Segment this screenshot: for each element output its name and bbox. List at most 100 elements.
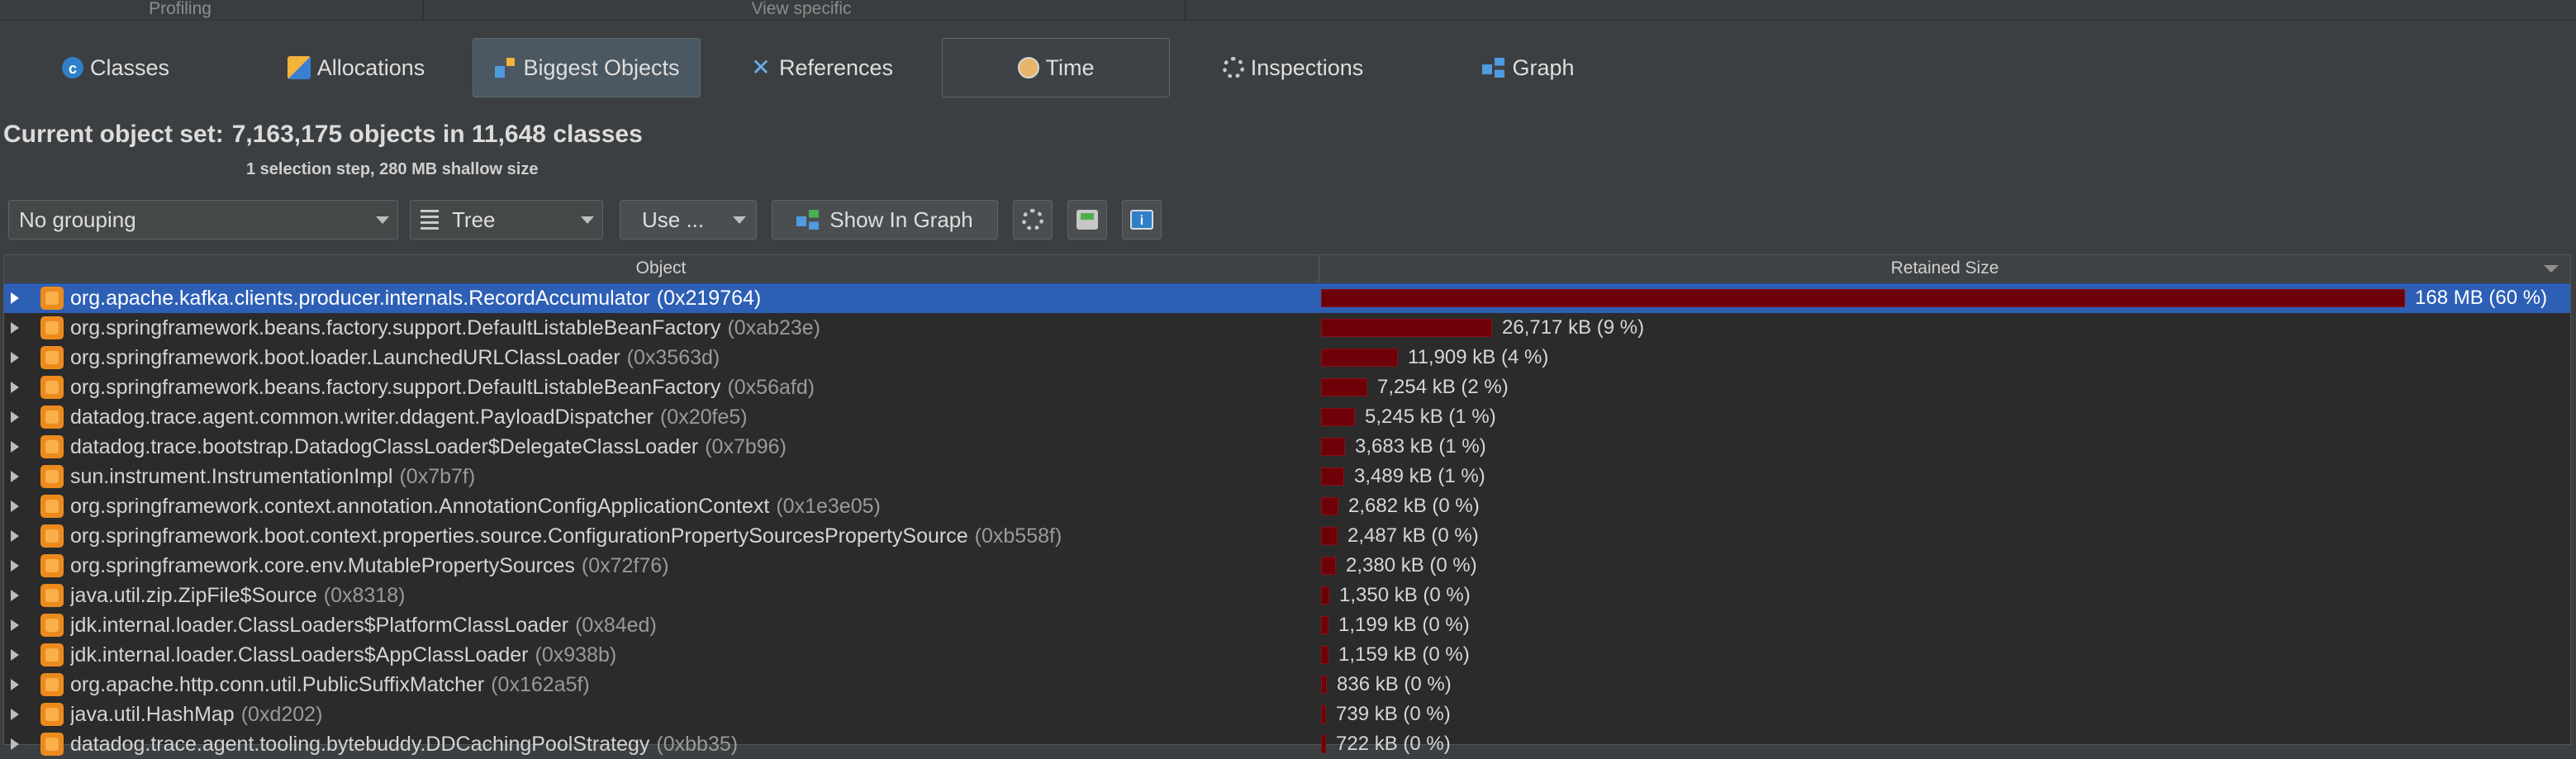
table-row[interactable]: datadog.trace.agent.tooling.bytebuddy.DD… — [4, 729, 2570, 759]
table-row[interactable]: org.springframework.beans.factory.suppor… — [4, 372, 2570, 402]
object-name: org.springframework.boot.loader.Launched… — [70, 343, 1318, 372]
retained-size-value: 3,683 kB (1 %) — [1355, 435, 1486, 458]
expand-arrow-icon[interactable] — [11, 679, 19, 690]
tab-biggest-objects[interactable]: Biggest Objects — [473, 38, 701, 97]
column-header-object[interactable]: Object — [4, 255, 1318, 282]
table-row[interactable]: java.util.zip.ZipFile$Source (0x8318) 1,35… — [4, 581, 2570, 610]
table-row[interactable]: sun.instrument.InstrumentationImpl (0x7b7… — [4, 462, 2570, 491]
object-class: datadog.trace.agent.tooling.bytebuddy.DD… — [70, 733, 650, 756]
object-instance-icon — [40, 376, 64, 399]
table-row[interactable]: datadog.trace.bootstrap.DatadogClassLoad… — [4, 432, 2570, 462]
tab-inspections[interactable]: Inspections — [1208, 38, 1378, 97]
allocations-icon — [287, 56, 311, 79]
table-row[interactable]: java.util.HashMap (0xd202) 739 kB (0 %) — [4, 700, 2570, 729]
tab-allocations[interactable]: Allocations — [269, 38, 443, 97]
table-row[interactable]: jdk.internal.loader.ClassLoaders$Platfor… — [4, 610, 2570, 640]
object-name: jdk.internal.loader.ClassLoaders$AppClas… — [70, 640, 1318, 670]
section-label-view-specific: View specific — [751, 0, 852, 18]
object-instance-icon — [40, 465, 64, 488]
retained-size-value: 26,717 kB (9 %) — [1502, 316, 1645, 339]
table-row[interactable]: org.springframework.core.env.MutableProp… — [4, 551, 2570, 581]
column-header-retained-size[interactable]: Retained Size — [1319, 255, 2570, 282]
view-mode-select[interactable]: Tree — [410, 200, 603, 240]
tab-label: Graph — [1512, 55, 1575, 80]
use-button[interactable]: Use ... — [620, 200, 757, 240]
object-name: datadog.trace.bootstrap.DatadogClassLoad… — [70, 432, 1318, 462]
info-icon: i — [1130, 210, 1153, 230]
expand-arrow-icon[interactable] — [11, 322, 19, 334]
sort-descending-icon[interactable] — [2544, 265, 2559, 273]
object-address: (0x162a5f) — [491, 673, 590, 696]
object-instance-icon — [40, 584, 64, 607]
grouping-value: No grouping — [19, 206, 136, 232]
table-row[interactable]: org.springframework.boot.context.propert… — [4, 521, 2570, 551]
object-name: org.apache.http.conn.util.PublicSuffixMa… — [70, 670, 1318, 700]
settings-button[interactable] — [1013, 200, 1053, 240]
table-row[interactable]: org.springframework.beans.factory.suppor… — [4, 313, 2570, 343]
chevron-down-icon — [733, 216, 746, 224]
object-address: (0xb558f) — [974, 524, 1062, 548]
info-button[interactable]: i — [1122, 200, 1162, 240]
use-label: Use ... — [642, 206, 705, 232]
object-name: datadog.trace.agent.common.writer.ddagen… — [70, 402, 1318, 432]
expand-arrow-icon[interactable] — [11, 738, 19, 750]
object-class: org.springframework.context.annotation.A… — [70, 495, 770, 518]
object-address: (0x3563d) — [626, 346, 720, 369]
expand-arrow-icon[interactable] — [11, 590, 19, 601]
expand-arrow-icon[interactable] — [11, 352, 19, 363]
expand-arrow-icon[interactable] — [11, 292, 19, 304]
retained-size-value: 1,159 kB (0 %) — [1338, 643, 1470, 666]
object-name: org.apache.kafka.clients.producer.intern… — [70, 283, 1318, 313]
object-address: (0x7b7f) — [399, 465, 476, 488]
current-object-set: Current object set: 7,163,175 objects in … — [3, 121, 643, 149]
retained-size-value: 1,199 kB (0 %) — [1338, 614, 1470, 636]
retained-size-bar — [1321, 527, 1338, 545]
table-row[interactable]: org.apache.kafka.clients.producer.intern… — [4, 283, 2570, 313]
retained-size-bar — [1321, 616, 1328, 634]
table-row[interactable]: org.springframework.context.annotation.A… — [4, 491, 2570, 521]
expand-arrow-icon[interactable] — [11, 649, 19, 661]
table-row[interactable]: org.apache.http.conn.util.PublicSuffixMa… — [4, 670, 2570, 700]
expand-arrow-icon[interactable] — [11, 560, 19, 572]
object-address: (0x8318) — [323, 584, 406, 607]
tab-label: Classes — [89, 55, 170, 80]
object-class: datadog.trace.bootstrap.DatadogClassLoad… — [70, 435, 699, 458]
biggest-objects-table[interactable]: Object Retained Size org.apache.kafka.cl… — [3, 254, 2571, 756]
retained-size-value: 739 kB (0 %) — [1336, 703, 1451, 725]
grouping-select[interactable]: No grouping — [8, 200, 398, 240]
object-class: org.springframework.boot.context.propert… — [70, 524, 968, 548]
table-row[interactable]: org.springframework.boot.loader.Launched… — [4, 343, 2570, 372]
tab-classes[interactable]: c Classes — [50, 38, 182, 97]
expand-arrow-icon[interactable] — [11, 709, 19, 720]
retained-size-value: 2,682 kB (0 %) — [1348, 495, 1480, 517]
section-divider — [423, 0, 424, 20]
expand-arrow-icon[interactable] — [11, 619, 19, 631]
object-class: datadog.trace.agent.common.writer.ddagen… — [70, 406, 654, 429]
expand-arrow-icon[interactable] — [11, 411, 19, 423]
show-in-graph-button[interactable]: Show In Graph — [772, 200, 998, 240]
object-class: org.springframework.beans.factory.suppor… — [70, 316, 721, 339]
tab-label: Allocations — [316, 55, 425, 80]
table-row[interactable]: datadog.trace.agent.common.writer.ddagen… — [4, 402, 2570, 432]
retained-size-bar — [1321, 349, 1398, 367]
tab-references[interactable]: ✕ References — [739, 38, 904, 97]
table-row[interactable]: jdk.internal.loader.ClassLoaders$AppClas… — [4, 640, 2570, 670]
object-instance-icon — [40, 406, 64, 429]
tab-time[interactable]: Time — [942, 38, 1170, 97]
print-button[interactable] — [1067, 200, 1107, 240]
section-header: Profiling View specific — [0, 0, 2576, 21]
expand-arrow-icon[interactable] — [11, 530, 19, 542]
expand-arrow-icon[interactable] — [11, 500, 19, 512]
expand-arrow-icon[interactable] — [11, 471, 19, 482]
retained-size-value: 168 MB (60 %) — [2415, 287, 2548, 309]
inspections-icon — [1222, 57, 1244, 78]
object-name: org.springframework.beans.factory.suppor… — [70, 372, 1318, 402]
tab-graph[interactable]: Graph — [1471, 38, 1586, 97]
expand-arrow-icon[interactable] — [11, 382, 19, 393]
expand-arrow-icon[interactable] — [11, 441, 19, 453]
section-label-profiling: Profiling — [149, 0, 211, 18]
object-address: (0x938b) — [535, 643, 617, 666]
retained-size-bar — [1321, 676, 1327, 694]
gear-icon — [1022, 209, 1043, 230]
retained-size-value: 7,254 kB (2 %) — [1377, 376, 1509, 398]
